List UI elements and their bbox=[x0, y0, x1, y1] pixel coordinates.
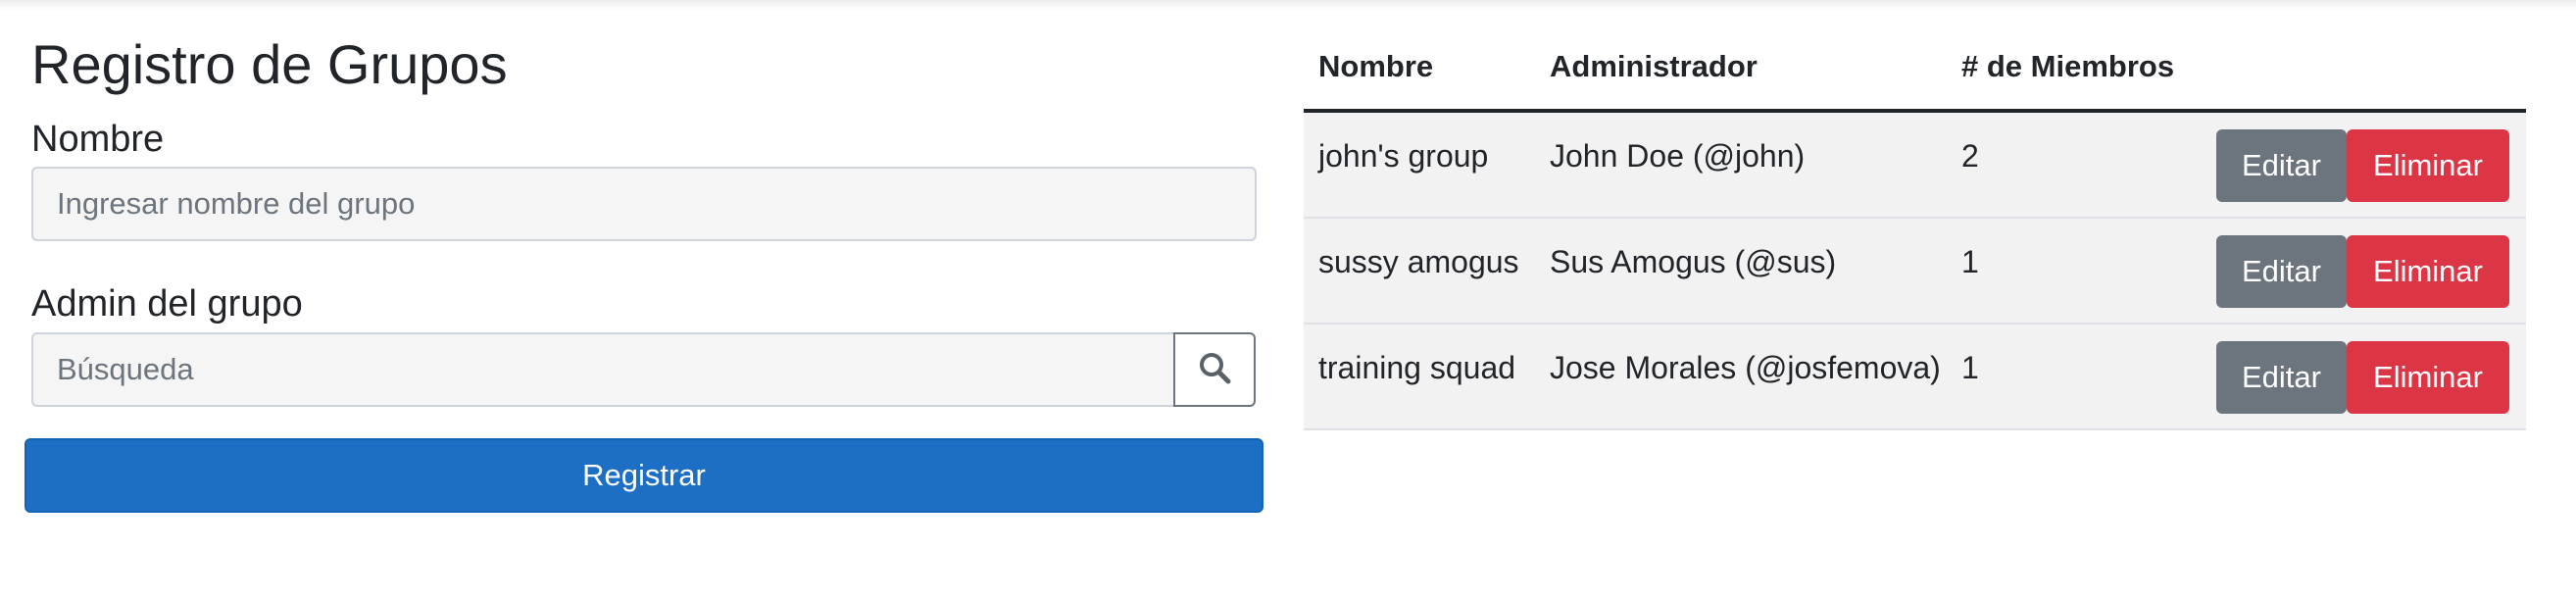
table-row: john's group John Doe (@john) 2 Editar E… bbox=[1304, 113, 2526, 219]
search-icon bbox=[1198, 351, 1231, 389]
top-shadow bbox=[0, 0, 2576, 10]
group-members-cell: 2 bbox=[1961, 138, 1979, 174]
edit-button[interactable]: Editar bbox=[2216, 341, 2347, 414]
delete-button[interactable]: Eliminar bbox=[2347, 341, 2509, 414]
groups-table: Nombre Administrador # de Miembros john'… bbox=[1304, 39, 2526, 430]
edit-button[interactable]: Editar bbox=[2216, 129, 2347, 202]
group-admin-cell: John Doe (@john) bbox=[1550, 138, 1806, 174]
admin-search-input[interactable] bbox=[31, 332, 1175, 407]
group-admin-cell: Jose Morales (@josfemova) bbox=[1550, 350, 1941, 385]
group-members-cell: 1 bbox=[1961, 350, 1979, 385]
delete-button[interactable]: Eliminar bbox=[2347, 235, 2509, 308]
column-header-members: # de Miembros bbox=[1961, 49, 2175, 83]
group-name-cell: sussy amogus bbox=[1318, 244, 1519, 279]
page-title: Registro de Grupos bbox=[31, 33, 508, 95]
admin-label: Admin del grupo bbox=[31, 283, 303, 325]
column-header-name: Nombre bbox=[1318, 49, 1434, 83]
group-members-cell: 1 bbox=[1961, 244, 1979, 279]
group-name-cell: john's group bbox=[1318, 138, 1489, 174]
search-button[interactable] bbox=[1173, 332, 1256, 407]
name-label: Nombre bbox=[31, 119, 165, 160]
table-header: Nombre Administrador # de Miembros bbox=[1304, 39, 2526, 113]
group-name-cell: training squad bbox=[1318, 350, 1516, 385]
table-row: sussy amogus Sus Amogus (@sus) 1 Editar … bbox=[1304, 219, 2526, 325]
delete-button[interactable]: Eliminar bbox=[2347, 129, 2509, 202]
edit-button[interactable]: Editar bbox=[2216, 235, 2347, 308]
column-header-admin: Administrador bbox=[1550, 49, 1758, 83]
table-row: training squad Jose Morales (@josfemova)… bbox=[1304, 325, 2526, 430]
group-admin-cell: Sus Amogus (@sus) bbox=[1550, 244, 1837, 279]
register-button[interactable]: Registrar bbox=[25, 438, 1263, 513]
group-name-input[interactable] bbox=[31, 167, 1257, 241]
